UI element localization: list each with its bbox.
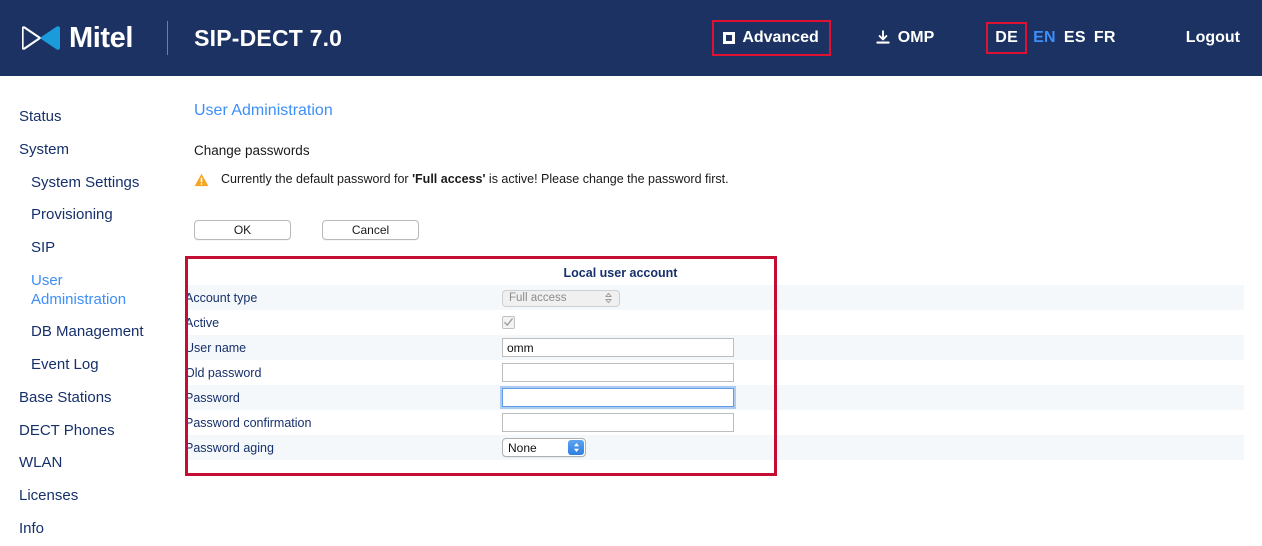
user-name-input[interactable] [502,338,734,357]
lang-option-es[interactable]: ES [1060,29,1090,47]
field-password-cell [502,385,1244,410]
download-icon [876,30,890,44]
header-spacer-cell [185,260,502,285]
omp-label: OMP [897,29,935,46]
column-header-label: Local user account [563,265,678,280]
password-input-wrapper [502,388,734,407]
label-password: Password [185,390,240,405]
local-user-account-form: Local user account Account type Full acc… [185,260,1244,460]
label-password-aging: Password aging [185,440,274,455]
header-actions: Advanced OMP DE EN ES FR Logout [712,0,1262,76]
sidebar-item-sip[interactable]: SIP [0,232,185,265]
active-checkbox[interactable] [502,315,515,329]
warning-prefix: Currently the default password for [221,172,413,186]
sidebar-item-info[interactable]: Info [0,513,185,546]
sidebar-item-event-log[interactable]: Event Log [0,349,185,382]
password-input[interactable] [502,388,734,407]
password-aging-select[interactable]: None [502,438,586,457]
warning-bold-term: 'Full access' [412,172,486,186]
password-aging-stepper[interactable] [568,440,584,455]
field-active-cell [502,310,1244,335]
label-active: Active [185,315,220,330]
chevron-updown-icon [573,443,579,452]
advanced-toggle[interactable]: Advanced [712,20,831,56]
sidebar-item-dect-phones[interactable]: DECT Phones [0,415,185,448]
lang-option-fr[interactable]: FR [1090,29,1120,47]
sidebar-item-system[interactable]: System [0,134,185,167]
warning-suffix: is active! Please change the password fi… [485,172,729,186]
main-content: User Administration Change passwords Cur… [185,76,1262,460]
column-header-cell: Local user account [502,260,1244,285]
checkmark-icon [504,318,513,326]
sidebar-item-status[interactable]: Status [0,101,185,134]
table-row: Password confirmation [185,410,1244,435]
password-confirmation-input[interactable] [502,413,734,432]
sidebar-item-system-settings[interactable]: System Settings [0,167,185,200]
label-password-confirmation: Password confirmation [185,415,312,430]
lang-option-en[interactable]: EN [1029,29,1060,47]
warning-triangle-icon [194,173,209,187]
table-row: User name [185,335,1244,360]
table-row: Password [185,385,1244,410]
label-account-type: Account type [185,290,258,305]
old-password-input[interactable] [502,363,734,382]
sidebar-item-licenses[interactable]: Licenses [0,480,185,513]
field-account-type-cell: Full access [502,285,1244,310]
table-row: Password aging None [185,435,1244,460]
sidebar-nav: Status System System Settings Provisioni… [0,76,185,546]
ok-button[interactable]: OK [194,220,291,240]
sidebar-item-wlan[interactable]: WLAN [0,447,185,480]
chevron-updown-icon [605,293,612,304]
sidebar-item-user-administration[interactable]: User Administration [0,265,126,317]
field-user-name-cell [502,335,1244,360]
lang-option-de[interactable]: DE [991,29,1022,46]
mitel-bowtie-logo-icon [22,26,60,50]
cancel-button[interactable]: Cancel [322,220,419,240]
account-type-select: Full access [502,289,620,307]
label-user-name: User name [185,340,247,355]
table-row: Active [185,310,1244,335]
form-action-buttons: OK Cancel [185,187,1262,240]
language-switcher: DE EN ES FR [986,22,1120,54]
password-aging-value: None [508,440,537,455]
table-row: Old password [185,360,1244,385]
lang-de-annotation: DE [986,22,1028,54]
label-old-password: Old password [185,365,262,380]
brand-divider [167,21,169,55]
logout-button[interactable]: Logout [1186,29,1240,47]
product-title: SIP-DECT 7.0 [194,24,343,51]
warning-banner: Currently the default password for 'Full… [185,158,1262,187]
advanced-checkbox-icon[interactable] [723,32,736,44]
sidebar-item-provisioning[interactable]: Provisioning [0,199,185,232]
section-label: Change passwords [194,143,310,158]
sidebar-item-base-stations[interactable]: Base Stations [0,382,185,415]
account-type-value: Full access [509,292,567,305]
sidebar-item-db-management[interactable]: DB Management [0,316,185,349]
field-old-password-cell [502,360,1244,385]
field-password-confirmation-cell [502,410,1244,435]
app-header: Mitel SIP-DECT 7.0 Advanced OMP DE EN ES… [0,0,1262,76]
field-password-aging-cell: None [502,435,1244,460]
omp-download-button[interactable]: OMP [875,29,934,47]
brand-block: Mitel SIP-DECT 7.0 [0,21,342,55]
warning-message: Currently the default password for 'Full… [221,172,729,187]
brand-name: Mitel [69,21,134,54]
table-row: Account type Full access [185,285,1244,310]
page-title: User Administration [194,102,333,119]
advanced-label: Advanced [742,29,819,46]
table-header-row: Local user account [185,260,1244,285]
